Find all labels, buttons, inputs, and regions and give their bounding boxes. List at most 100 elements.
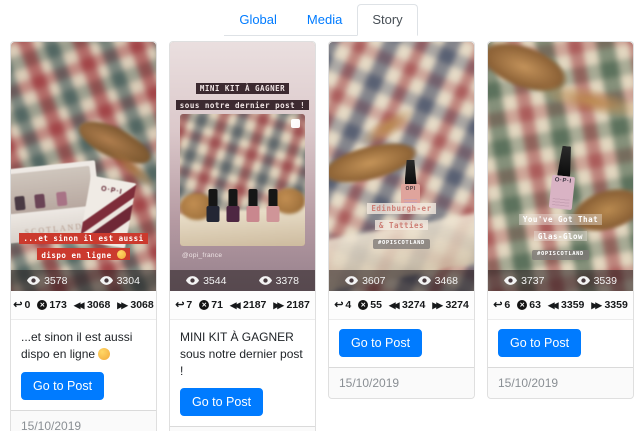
reply-arrow-icon: ↩ — [334, 298, 344, 311]
story-attribution: @opi_france — [182, 252, 223, 259]
replies-stat: ↩ 6 — [493, 298, 511, 311]
story-image-3: OPI Edinburgh-er & Tatties #OPISCOTLAND — [329, 42, 474, 291]
taps-forward-stat: ▶▶ 3068 — [117, 299, 154, 311]
exits-stat: ✕ 55 — [358, 299, 382, 311]
views-bar: 3737 3539 — [488, 270, 633, 291]
views-bar: 3544 3378 — [170, 270, 315, 291]
eye-icon — [27, 276, 41, 285]
story-card-2: MINI KIT À GAGNER sous notre dernier pos… — [169, 41, 316, 431]
card-body: ...et sinon il est aussi dispo en ligne … — [11, 320, 156, 410]
story-overlay-text: MINI KIT À GAGNER sous notre dernier pos… — [170, 78, 315, 111]
eye-icon — [99, 276, 113, 285]
x-circle-icon: ✕ — [199, 300, 210, 310]
taps-forward-stat: ▶▶ 2187 — [273, 299, 310, 311]
story-stats-row: ↩ 0 ✕ 173 ◀◀ 3068 ▶▶ 3068 — [11, 291, 156, 320]
story-media-3: OPI Edinburgh-er & Tatties #OPISCOTLAND … — [329, 42, 474, 291]
eye-icon — [186, 276, 200, 285]
double-arrow-left-icon: ◀◀ — [388, 299, 400, 310]
tab-global[interactable]: Global — [224, 4, 292, 35]
nail-polish-bottles-art — [206, 189, 279, 222]
tab-media[interactable]: Media — [292, 4, 357, 35]
tab-story[interactable]: Story — [357, 4, 418, 36]
card-body: Go to Post — [488, 320, 633, 367]
kiss-emoji — [98, 347, 111, 360]
eye-icon — [345, 276, 359, 285]
taps-forward-stat: ▶▶ 3274 — [432, 299, 469, 311]
story-date: 15/10/2019 — [329, 367, 474, 398]
hashtag-sticker: #OPISCOTLAND — [373, 239, 430, 249]
story-overlay-text: You've Got That Glas-Glow #OPISCOTLAND — [488, 209, 633, 260]
reach-stat: 3468 — [417, 275, 458, 287]
double-arrow-left-icon: ◀◀ — [229, 299, 241, 310]
double-arrow-left-icon: ◀◀ — [73, 299, 85, 310]
story-card-4: O·P·I You've Got That Glas-Glow #OPISCOT… — [487, 41, 634, 399]
exits-stat: ✕ 63 — [517, 299, 541, 311]
go-to-post-button[interactable]: Go to Post — [180, 388, 264, 417]
story-stats-row: ↩ 7 ✕ 71 ◀◀ 2187 ▶▶ 2187 — [170, 291, 315, 320]
mention-sticker-icon — [291, 119, 300, 128]
hashtag-sticker: #OPISCOTLAND — [532, 250, 589, 260]
story-card-1: SCOTLAND O·P·I ...et sinon il est aussi … — [10, 41, 157, 431]
reach-stat: 3378 — [258, 275, 299, 287]
impressions-stat: 3544 — [186, 275, 226, 287]
eye-icon — [504, 276, 518, 285]
reach-stat: 3539 — [576, 275, 617, 287]
story-overlay-text: Edinburgh-er & Tatties #OPISCOTLAND — [329, 198, 474, 249]
reposted-photo-art — [180, 114, 305, 246]
double-arrow-right-icon: ▶▶ — [117, 299, 128, 310]
views-bar: 3578 3304 — [11, 270, 156, 291]
story-cards-row: SCOTLAND O·P·I ...et sinon il est aussi … — [0, 36, 642, 431]
impressions-stat: 3607 — [345, 275, 385, 287]
views-bar: 3607 3468 — [329, 270, 474, 291]
tab-nav: Global Media Story — [224, 4, 418, 36]
x-circle-icon: ✕ — [37, 300, 48, 310]
reach-stat: 3304 — [99, 275, 140, 287]
story-image-1: SCOTLAND O·P·I ...et sinon il est aussi … — [11, 42, 156, 291]
story-media-1: SCOTLAND O·P·I ...et sinon il est aussi … — [11, 42, 156, 291]
go-to-post-button[interactable]: Go to Post — [339, 329, 423, 357]
reply-arrow-icon: ↩ — [175, 298, 185, 311]
taps-back-stat: ◀◀ 3274 — [388, 299, 426, 311]
eye-icon — [417, 276, 431, 285]
exits-stat: ✕ 71 — [199, 299, 223, 311]
card-body: MINI KIT À GAGNER sous notre dernier pos… — [170, 320, 315, 426]
story-image-2: MINI KIT À GAGNER sous notre dernier pos… — [170, 42, 315, 291]
double-arrow-right-icon: ▶▶ — [591, 299, 602, 310]
impressions-stat: 3737 — [504, 275, 544, 287]
replies-stat: ↩ 4 — [334, 298, 352, 311]
story-caption: ...et sinon il est aussi dispo en ligne — [21, 330, 133, 361]
kiss-emoji — [116, 249, 126, 259]
story-image-4: O·P·I You've Got That Glas-Glow #OPISCOT… — [488, 42, 633, 291]
impressions-stat: 3578 — [27, 275, 67, 287]
tab-bar: Global Media Story — [0, 0, 642, 36]
exits-stat: ✕ 173 — [37, 299, 67, 311]
x-circle-icon: ✕ — [358, 300, 369, 310]
replies-stat: ↩ 7 — [175, 298, 193, 311]
go-to-post-button[interactable]: Go to Post — [21, 371, 105, 400]
story-card-3: OPI Edinburgh-er & Tatties #OPISCOTLAND … — [328, 41, 475, 399]
x-circle-icon: ✕ — [517, 300, 528, 310]
story-media-2: MINI KIT À GAGNER sous notre dernier pos… — [170, 42, 315, 291]
story-date: 15/10/2019 — [170, 426, 315, 431]
opi-logo-text: O·P·I — [100, 185, 124, 197]
story-stats-row: ↩ 6 ✕ 63 ◀◀ 3359 ▶▶ 3359 — [488, 291, 633, 320]
go-to-post-button[interactable]: Go to Post — [498, 329, 582, 357]
story-caption: MINI KIT À GAGNER sous notre dernier pos… — [180, 330, 303, 378]
story-date: 15/10/2019 — [488, 367, 633, 398]
replies-stat: ↩ 0 — [13, 298, 31, 311]
taps-forward-stat: ▶▶ 3359 — [591, 299, 628, 311]
story-overlay-text: ...et sinon il est aussi dispo en ligne — [11, 228, 156, 261]
eye-icon — [576, 276, 590, 285]
double-arrow-left-icon: ◀◀ — [547, 299, 559, 310]
story-stats-row: ↩ 4 ✕ 55 ◀◀ 3274 ▶▶ 3274 — [329, 291, 474, 320]
taps-back-stat: ◀◀ 3068 — [73, 299, 111, 311]
story-date: 15/10/2019 — [11, 409, 156, 431]
double-arrow-right-icon: ▶▶ — [273, 299, 284, 310]
story-media-4: O·P·I You've Got That Glas-Glow #OPISCOT… — [488, 42, 633, 291]
eye-icon — [258, 276, 272, 285]
double-arrow-right-icon: ▶▶ — [432, 299, 443, 310]
card-body: Go to Post — [329, 320, 474, 367]
taps-back-stat: ◀◀ 3359 — [547, 299, 585, 311]
taps-back-stat: ◀◀ 2187 — [229, 299, 267, 311]
reply-arrow-icon: ↩ — [13, 298, 23, 311]
